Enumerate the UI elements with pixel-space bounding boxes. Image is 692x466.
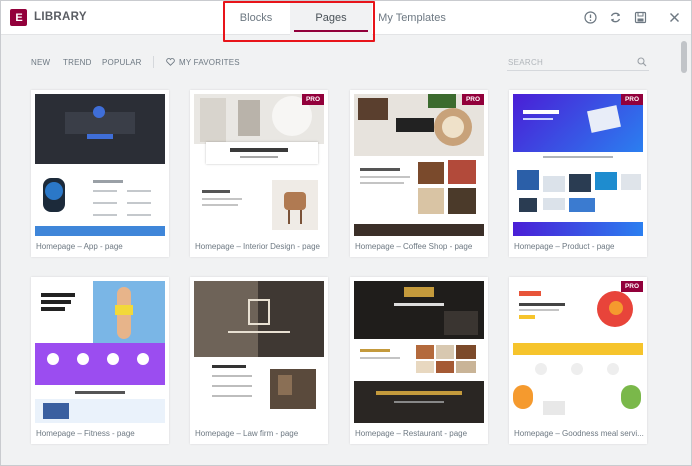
template-card-app[interactable]: Homepage – App - page (31, 90, 169, 257)
template-label: Homepage – Coffee Shop - page (355, 242, 473, 251)
template-label: Homepage – Product - page (514, 242, 615, 251)
heart-icon (166, 58, 175, 66)
elementor-logo-icon: E (10, 9, 27, 26)
search-icon[interactable] (637, 57, 647, 67)
pro-badge: PRO (621, 94, 643, 105)
template-label: Homepage – Law firm - page (195, 429, 299, 438)
template-card-fitness[interactable]: Homepage – Fitness - page (31, 277, 169, 444)
template-label: Homepage – Fitness - page (36, 429, 135, 438)
close-icon[interactable] (667, 10, 682, 25)
template-label: Homepage – Restaurant - page (355, 429, 468, 438)
library-header: E LIBRARY Blocks Pages My Templates (1, 1, 691, 35)
template-thumbnail (194, 281, 324, 423)
pro-badge: PRO (302, 94, 324, 105)
template-thumbnail (35, 94, 165, 236)
template-card-restaurant[interactable]: Homepage – Restaurant - page (350, 277, 488, 444)
template-card-product[interactable]: PRO Homepage – Product - page (509, 90, 647, 257)
template-thumbnail (354, 94, 484, 236)
info-icon[interactable] (583, 10, 598, 25)
save-icon[interactable] (633, 10, 648, 25)
template-card-law-firm[interactable]: Homepage – Law firm - page (190, 277, 328, 444)
scrollbar-track[interactable] (679, 37, 689, 465)
template-label: Homepage – Interior Design - page (195, 242, 320, 251)
template-card-interior-design[interactable]: PRO Homepage – Interior Design - page (190, 90, 328, 257)
tab-pages-label: Pages (315, 12, 347, 24)
template-thumbnail (513, 94, 643, 236)
template-thumbnail (513, 281, 643, 423)
library-title: LIBRARY (34, 11, 87, 23)
template-card-goodness-meal[interactable]: PRO Homepage – Goodness meal servi... (509, 277, 647, 444)
template-library-window: E LIBRARY Blocks Pages My Templates NEW … (0, 0, 692, 466)
tab-my-templates[interactable]: My Templates (373, 1, 451, 35)
filter-popular[interactable]: POPULAR (102, 58, 142, 67)
tab-pages[interactable]: Pages (290, 1, 372, 35)
scrollbar-thumb[interactable] (681, 41, 687, 73)
active-tab-indicator (294, 30, 368, 32)
template-label: Homepage – App - page (36, 242, 123, 251)
filter-trend[interactable]: TREND (63, 58, 92, 67)
tab-blocks[interactable]: Blocks (223, 1, 289, 35)
pro-badge: PRO (462, 94, 484, 105)
sync-icon[interactable] (608, 10, 623, 25)
template-card-coffee-shop[interactable]: PRO Homepage – Coffee Shop - page (350, 90, 488, 257)
template-thumbnail (194, 94, 324, 236)
filter-new[interactable]: NEW (31, 58, 50, 67)
search-input[interactable]: SEARCH (508, 58, 543, 67)
favorites-label: MY FAVORITES (179, 58, 240, 67)
search-underline (507, 70, 649, 71)
pro-badge: PRO (621, 281, 643, 292)
filter-favorites[interactable]: MY FAVORITES (166, 58, 240, 67)
template-thumbnail (354, 281, 484, 423)
template-label: Homepage – Goodness meal servi... (514, 429, 644, 438)
template-thumbnail (35, 281, 165, 423)
filter-divider (153, 56, 154, 68)
